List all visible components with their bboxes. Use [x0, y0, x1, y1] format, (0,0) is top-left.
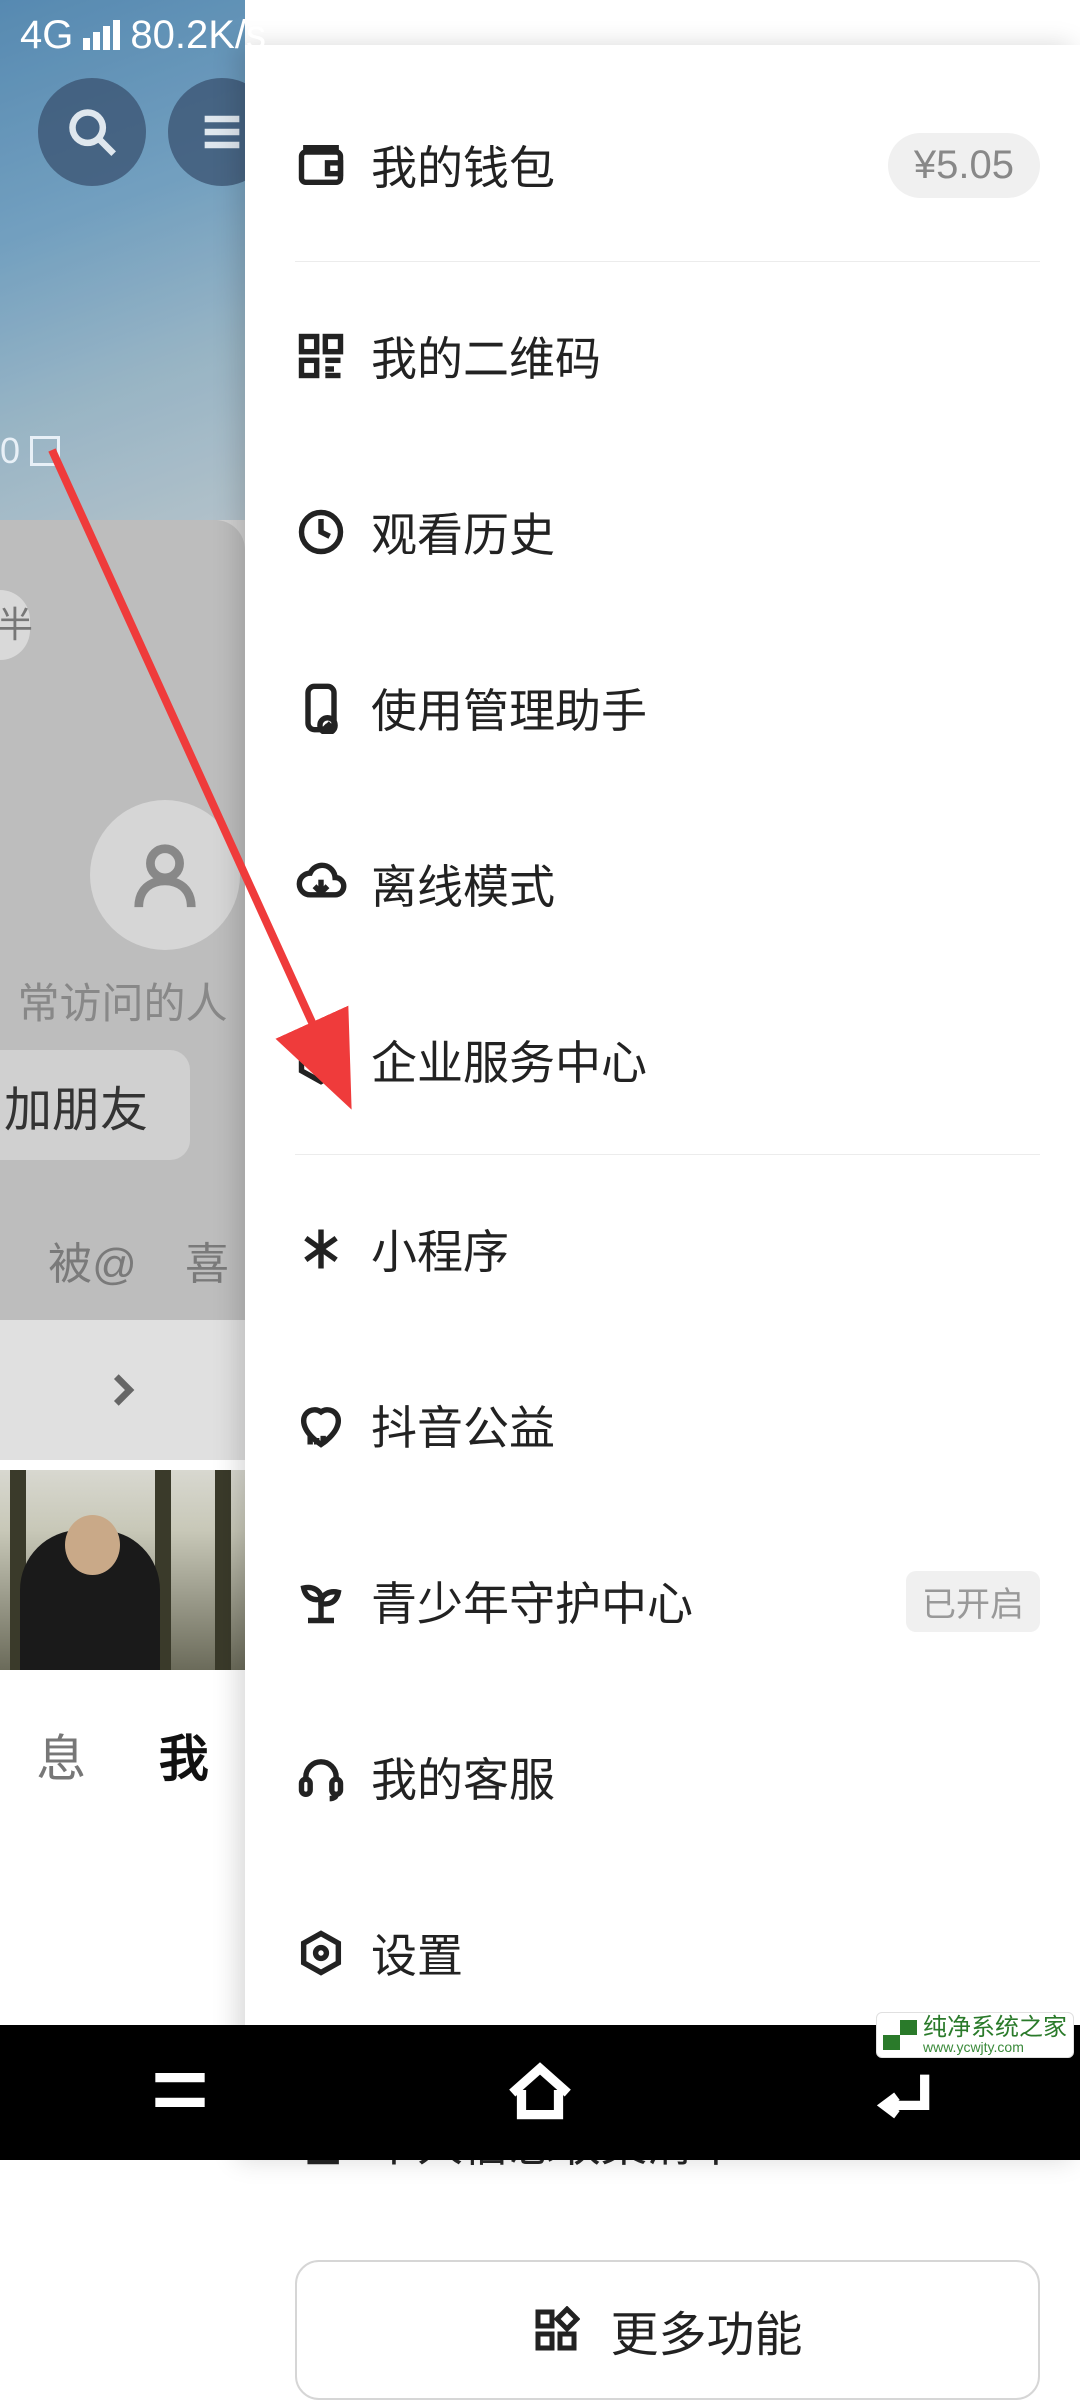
menu-offline[interactable]: 离线模式 — [295, 796, 1040, 972]
chevron-right-icon — [103, 1370, 143, 1410]
hamburger-icon — [196, 106, 248, 158]
settings-icon — [295, 1927, 365, 1979]
menu-wallet[interactable]: 我的钱包 ¥5.05 — [295, 75, 1040, 255]
search-button[interactable] — [38, 78, 146, 186]
menu-miniapp[interactable]: 小程序 — [295, 1161, 1040, 1337]
menu-teen[interactable]: 青少年守护中心 已开启 — [295, 1513, 1040, 1689]
sprout-icon — [295, 1575, 365, 1627]
teen-status-tag: 已开启 — [906, 1571, 1040, 1632]
menu-service[interactable]: 我的客服 — [295, 1689, 1040, 1865]
search-icon — [66, 106, 118, 158]
home-icon — [503, 2053, 577, 2127]
divider — [295, 1154, 1040, 1155]
menu-enterprise[interactable]: 企业服务中心 — [295, 972, 1040, 1148]
watermark-name: 纯净系统之家 — [923, 2016, 1067, 2040]
phone-check-icon — [295, 682, 365, 734]
menu-service-label: 我的客服 — [371, 1744, 1040, 1810]
menu-history-label: 观看历史 — [371, 499, 1040, 565]
network-type: 4G — [20, 13, 73, 58]
menu-offline-label: 离线模式 — [371, 851, 1040, 917]
watermark-url: www.ycwjty.com — [923, 2040, 1067, 2054]
frequent-visitors-label: 常访问的人 — [0, 970, 245, 1031]
avatar-placeholder[interactable] — [90, 800, 240, 950]
add-friend-label: 加朋友 — [4, 1070, 148, 1140]
expand-row[interactable] — [0, 1320, 245, 1460]
menu-assistant-label: 使用管理助手 — [371, 675, 1040, 741]
qr-icon — [30, 436, 60, 466]
network-speed: 80.2K/s — [130, 13, 266, 58]
video-thumbnail[interactable] — [0, 1470, 245, 1670]
menu-miniapp-label: 小程序 — [371, 1216, 1040, 1282]
menu-qrcode-label: 我的二维码 — [371, 323, 1040, 389]
half-badge: 半 — [0, 590, 30, 660]
tab-mentioned[interactable]: 被@ — [0, 1228, 185, 1292]
add-friend-button[interactable]: 加朋友 — [0, 1050, 190, 1160]
wallet-balance: ¥5.05 — [888, 133, 1040, 198]
spark-icon — [295, 1223, 365, 1275]
nav-back-button[interactable] — [863, 2053, 937, 2132]
menu-enterprise-label: 企业服务中心 — [371, 1027, 1040, 1093]
status-bar: 4G 80.2K/s — [0, 0, 1080, 70]
recent-icon — [143, 2053, 217, 2127]
more-functions-button[interactable]: 更多功能 — [295, 2260, 1040, 2400]
menu-charity-label: 抖音公益 — [371, 1392, 1040, 1458]
cube-icon — [295, 1034, 365, 1086]
cloud-download-icon — [295, 858, 365, 910]
menu-wallet-label: 我的钱包 — [371, 132, 888, 198]
profile-tabs: 被@ 喜 — [0, 1200, 245, 1320]
headset-icon — [295, 1751, 365, 1803]
watermark: 纯净系统之家 www.ycwjty.com — [876, 2012, 1074, 2058]
signal-icon — [83, 20, 120, 50]
wallet-icon — [295, 139, 365, 191]
menu-teen-label: 青少年守护中心 — [371, 1568, 888, 1634]
watermark-icon — [883, 2020, 917, 2050]
qrcode-icon — [295, 330, 365, 382]
nav-home-button[interactable] — [503, 2053, 577, 2132]
menu-charity[interactable]: 抖音公益 — [295, 1337, 1040, 1513]
stat-value: 0 — [0, 430, 20, 472]
side-drawer: 我的钱包 ¥5.05 我的二维码 观看历史 使用管理助手 离线模式 企业服务中心 — [245, 45, 1080, 2160]
tab-messages[interactable]: 息 — [0, 1700, 123, 1810]
clock-icon — [295, 506, 365, 558]
divider — [295, 261, 1040, 262]
back-icon — [863, 2053, 937, 2127]
menu-assistant[interactable]: 使用管理助手 — [295, 620, 1040, 796]
more-functions-label: 更多功能 — [610, 2295, 802, 2365]
grid-plus-icon — [532, 2306, 580, 2354]
heart-pulse-icon — [295, 1399, 365, 1451]
tab-liked[interactable]: 喜 — [185, 1228, 245, 1292]
profile-stat[interactable]: 0 — [0, 430, 60, 472]
menu-qrcode[interactable]: 我的二维码 — [295, 268, 1040, 444]
menu-settings-label: 设置 — [371, 1920, 1040, 1986]
bottom-tab-bar: 息 我 — [0, 1700, 245, 1810]
menu-history[interactable]: 观看历史 — [295, 444, 1040, 620]
tab-me[interactable]: 我 — [123, 1700, 246, 1810]
person-icon — [130, 840, 200, 910]
nav-recent-button[interactable] — [143, 2053, 217, 2132]
